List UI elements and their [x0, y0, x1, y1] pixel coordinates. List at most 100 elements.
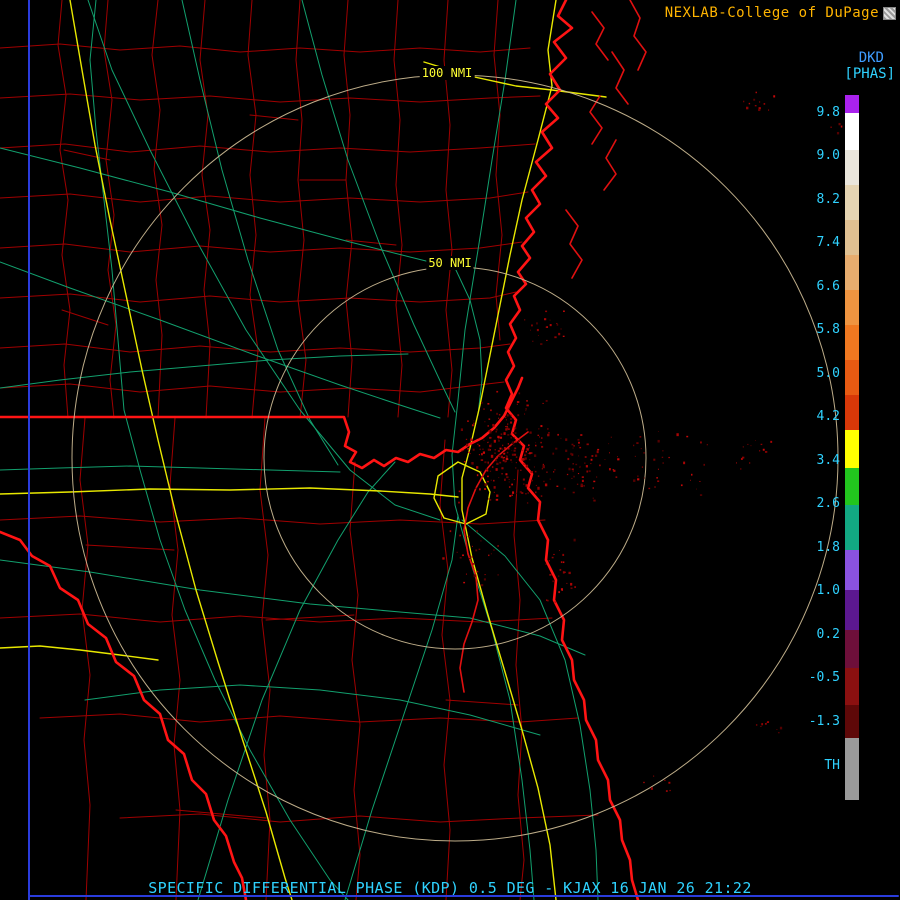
radar-echo — [553, 471, 555, 473]
radar-echo — [523, 483, 525, 485]
county-border — [63, 149, 111, 161]
radar-echo — [541, 445, 544, 448]
colorbar-segment — [845, 505, 859, 550]
radar-echo — [515, 456, 518, 459]
radar-echo — [691, 473, 693, 476]
radar-echo — [487, 403, 490, 405]
interstate-yellow — [0, 645, 159, 661]
radar-echo — [505, 416, 507, 419]
radar-echo — [470, 453, 472, 455]
radar-echo — [579, 466, 581, 468]
radar-echo — [470, 438, 473, 442]
radar-echo — [549, 478, 551, 480]
radar-echo — [506, 476, 509, 479]
radar-echo — [699, 480, 701, 482]
county-border — [249, 114, 299, 121]
highway-green — [0, 353, 409, 389]
radar-echo — [637, 475, 639, 478]
radar-echo — [573, 445, 575, 447]
radar-echo — [519, 442, 521, 444]
radar-echo — [546, 471, 548, 473]
radar-echo — [509, 494, 512, 497]
radar-echo — [500, 433, 503, 436]
colorbar-label: 4.2 — [816, 409, 840, 424]
range-ring-label: 100 NMI — [419, 66, 475, 80]
radar-echo — [530, 452, 533, 454]
radar-echo — [557, 433, 559, 436]
radar-echo — [511, 461, 513, 463]
radar-echo — [511, 450, 513, 452]
county-border — [0, 93, 541, 103]
radar-echo — [699, 494, 703, 496]
radar-echo — [700, 441, 702, 444]
radar-echo — [560, 437, 562, 439]
radar-echo — [475, 487, 477, 489]
radar-echo — [576, 483, 579, 485]
radar-echo — [608, 468, 611, 471]
radar-echo — [503, 432, 506, 435]
radar-echo — [558, 332, 561, 336]
radar-echo — [505, 473, 508, 476]
radar-echo — [442, 557, 445, 560]
radar-echo — [473, 420, 475, 422]
radar-echo — [487, 462, 489, 465]
radar-echo — [510, 459, 512, 462]
radar-echo — [568, 467, 571, 471]
radar-echo — [753, 98, 756, 101]
radar-echo — [584, 462, 586, 464]
colorbar-segment — [845, 150, 859, 185]
radar-echo — [581, 476, 584, 478]
radar-echo — [777, 732, 780, 734]
colorbar-label: 7.4 — [816, 235, 840, 250]
colorbar-segment — [845, 430, 859, 468]
radar-echo — [528, 447, 530, 449]
radar-echo — [759, 450, 761, 452]
radar-echo — [574, 586, 577, 589]
radar-echo — [558, 575, 560, 577]
radar-echo — [496, 412, 499, 415]
radar-echo — [487, 442, 489, 444]
radar-echo — [578, 441, 580, 444]
radar-echo — [653, 458, 656, 461]
radar-echo — [571, 443, 574, 446]
radar-echo — [493, 439, 496, 443]
radar-echo — [499, 454, 501, 456]
county-border — [0, 191, 529, 203]
radar-echo — [761, 723, 764, 726]
colorbar-segment — [845, 738, 859, 800]
range-ring — [71, 74, 839, 842]
radar-echo — [562, 571, 565, 574]
radar-echo — [593, 499, 596, 502]
radar-echo — [689, 479, 691, 481]
radar-echo — [571, 468, 574, 471]
radar-echo — [505, 457, 509, 461]
radar-echo — [497, 435, 500, 438]
radar-echo — [515, 492, 517, 495]
county-border — [85, 544, 175, 551]
radar-echo — [551, 556, 554, 559]
radar-echo — [488, 430, 491, 432]
highway-green — [0, 147, 456, 269]
radar-echo — [830, 126, 832, 128]
radar-echo — [507, 434, 510, 436]
radar-echo — [513, 479, 516, 481]
state-coast-red — [504, 0, 640, 900]
island-river-red — [565, 209, 583, 279]
radar-echo — [525, 428, 528, 431]
radar-echo — [610, 436, 612, 438]
radar-echo — [592, 497, 594, 499]
county-border — [259, 417, 271, 900]
highway-green — [123, 409, 349, 900]
radar-echo — [683, 461, 686, 465]
radar-echo — [661, 456, 664, 459]
radar-echo — [746, 106, 749, 110]
radar-echo — [503, 447, 506, 449]
radar-echo — [512, 431, 515, 434]
radar-echo — [488, 498, 490, 500]
radar-echo — [509, 433, 512, 435]
radar-echo — [459, 556, 462, 559]
radar-echo — [462, 554, 464, 557]
radar-echo — [543, 480, 545, 483]
radar-echo — [578, 445, 580, 447]
radar-echo — [493, 549, 495, 551]
